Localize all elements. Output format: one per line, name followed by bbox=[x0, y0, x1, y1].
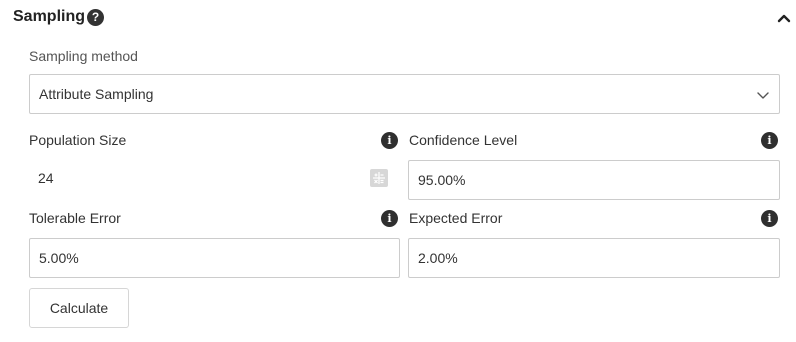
tolerable-error-label: Tolerable Error bbox=[29, 210, 121, 226]
tolerable-error-input[interactable] bbox=[29, 238, 400, 278]
sampling-method-value: Attribute Sampling bbox=[39, 86, 154, 102]
sampling-method-select[interactable]: Attribute Sampling bbox=[29, 74, 780, 114]
confidence-level-input[interactable] bbox=[408, 160, 780, 200]
info-icon[interactable]: i bbox=[761, 132, 778, 149]
calculate-button[interactable]: Calculate bbox=[29, 288, 129, 328]
chevron-down-icon bbox=[755, 87, 771, 103]
section-title: Sampling bbox=[13, 8, 86, 25]
population-size-label: Population Size bbox=[29, 132, 127, 148]
sampling-method-label: Sampling method bbox=[29, 48, 138, 64]
info-icon[interactable]: i bbox=[381, 210, 398, 227]
expected-error-label: Expected Error bbox=[409, 210, 503, 226]
section-header: Sampling ? bbox=[0, 0, 796, 36]
info-icon[interactable]: i bbox=[381, 132, 398, 149]
chevron-up-icon[interactable] bbox=[776, 10, 792, 26]
info-icon[interactable]: i bbox=[761, 210, 778, 227]
question-circle-icon[interactable]: ? bbox=[87, 9, 104, 26]
expected-error-input[interactable] bbox=[408, 238, 780, 278]
confidence-level-label: Confidence Level bbox=[409, 132, 518, 148]
calculator-icon[interactable] bbox=[370, 169, 388, 187]
population-size-value: 24 bbox=[38, 170, 54, 186]
